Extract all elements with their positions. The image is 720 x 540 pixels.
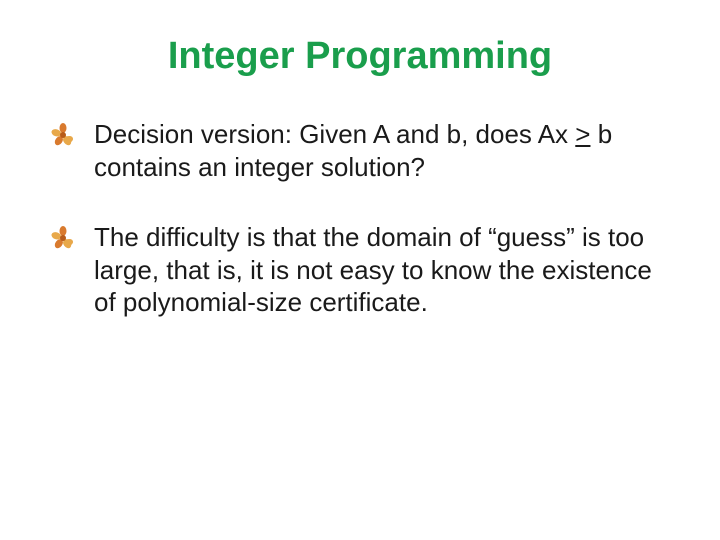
flower-bullet-icon (50, 225, 76, 251)
bullet-list: Decision version: Given A and b, does Ax… (50, 118, 670, 319)
list-item: Decision version: Given A and b, does Ax… (50, 118, 670, 183)
bullet-text-prefix: The difficulty is that the domain of “gu… (94, 222, 652, 317)
bullet-text-prefix: Decision version: Given A and b, does Ax (94, 119, 575, 149)
flower-bullet-icon (50, 122, 76, 148)
bullet-text-underlined: > (575, 119, 590, 149)
page-title: Integer Programming (50, 35, 670, 78)
list-item: The difficulty is that the domain of “gu… (50, 221, 670, 319)
